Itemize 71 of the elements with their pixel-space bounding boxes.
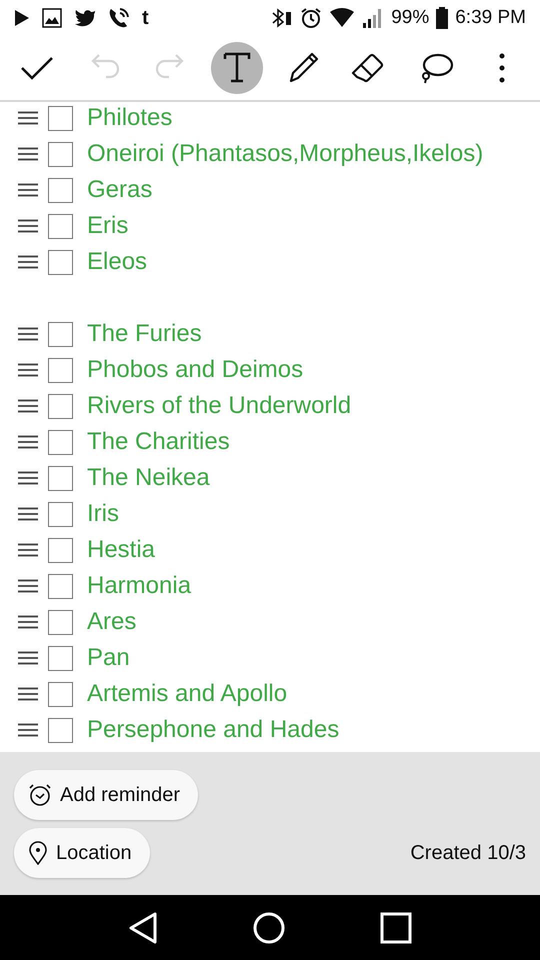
item-text[interactable]: Iris: [87, 502, 119, 526]
clock-time: 6:39 PM: [455, 6, 526, 30]
drag-handle-icon[interactable]: [18, 363, 38, 377]
checkbox[interactable]: [48, 178, 73, 202]
recents-icon[interactable]: [380, 912, 412, 944]
item-text[interactable]: Phobos and Deimos: [87, 358, 304, 382]
created-date: Created 10/3: [410, 840, 526, 866]
drag-handle-icon[interactable]: [18, 147, 38, 161]
item-text[interactable]: Persephone and Hades: [87, 718, 340, 742]
checkbox[interactable]: [48, 322, 73, 346]
app-glyph: t: [142, 8, 149, 28]
drag-handle-icon[interactable]: [18, 471, 38, 485]
item-text[interactable]: Geras: [87, 178, 152, 202]
checkbox[interactable]: [48, 214, 73, 238]
item-text[interactable]: Eris: [87, 214, 128, 238]
checkbox[interactable]: [48, 646, 73, 670]
drag-handle-icon[interactable]: [18, 651, 38, 665]
item-text[interactable]: Pan: [87, 646, 130, 670]
item-text[interactable]: The Charities: [87, 430, 230, 454]
drag-handle-icon[interactable]: [18, 435, 38, 449]
play-icon: [14, 9, 30, 27]
drag-handle-icon[interactable]: [18, 111, 38, 125]
phone-icon: [108, 7, 130, 29]
bird-icon: [74, 9, 96, 27]
checkbox[interactable]: [48, 142, 73, 166]
drag-handle-icon[interactable]: [18, 507, 38, 521]
image-icon: [42, 8, 62, 28]
checkbox[interactable]: [48, 250, 73, 274]
item-text[interactable]: Hestia: [87, 538, 156, 562]
checkbox[interactable]: [48, 502, 73, 526]
checkbox[interactable]: [48, 610, 73, 634]
battery-percent: 99%: [391, 6, 430, 30]
checkbox[interactable]: [48, 358, 73, 382]
item-text[interactable]: Harmonia: [87, 574, 192, 598]
checkbox[interactable]: [48, 106, 73, 130]
item-text[interactable]: Eleos: [87, 250, 148, 274]
wifi-icon: [329, 8, 356, 28]
drag-handle-icon[interactable]: [18, 615, 38, 629]
checkbox[interactable]: [48, 466, 73, 490]
checkbox[interactable]: [48, 538, 73, 562]
drag-handle-icon[interactable]: [18, 687, 38, 701]
bluetooth-icon: [271, 8, 294, 28]
drag-handle-icon[interactable]: [18, 723, 38, 737]
item-text[interactable]: Artemis and Apollo: [87, 682, 288, 706]
drag-handle-icon[interactable]: [18, 183, 38, 197]
item-text[interactable]: The Furies: [87, 322, 202, 346]
checkbox[interactable]: [48, 430, 73, 454]
location-button[interactable]: Location: [14, 828, 150, 878]
drag-handle-icon[interactable]: [18, 219, 38, 233]
home-icon[interactable]: [252, 912, 285, 944]
drag-handle-icon[interactable]: [18, 399, 38, 413]
item-text[interactable]: The Neikea: [87, 466, 210, 490]
location-pin-icon: [28, 840, 48, 864]
add-reminder-button[interactable]: Add reminder: [14, 770, 198, 820]
battery-icon: [436, 7, 448, 29]
drag-handle-icon[interactable]: [18, 543, 38, 557]
alarm-clock-icon: [28, 782, 52, 806]
checkbox[interactable]: [48, 718, 73, 742]
more-icon: [498, 53, 505, 83]
back-icon[interactable]: [128, 912, 158, 944]
drag-handle-icon[interactable]: [18, 327, 38, 341]
item-text[interactable]: Rivers of the Underworld: [87, 394, 352, 418]
item-text[interactable]: Philotes: [87, 106, 172, 130]
item-text[interactable]: Oneiroi (Phantasos,Morpheus,Ikelos): [87, 142, 484, 166]
checkbox[interactable]: [48, 574, 73, 598]
item-text[interactable]: Ares: [87, 610, 136, 634]
alarm-icon: [300, 7, 322, 29]
checkbox[interactable]: [48, 682, 73, 706]
drag-handle-icon[interactable]: [18, 255, 38, 269]
drag-handle-icon[interactable]: [18, 579, 38, 593]
checkbox[interactable]: [48, 394, 73, 418]
